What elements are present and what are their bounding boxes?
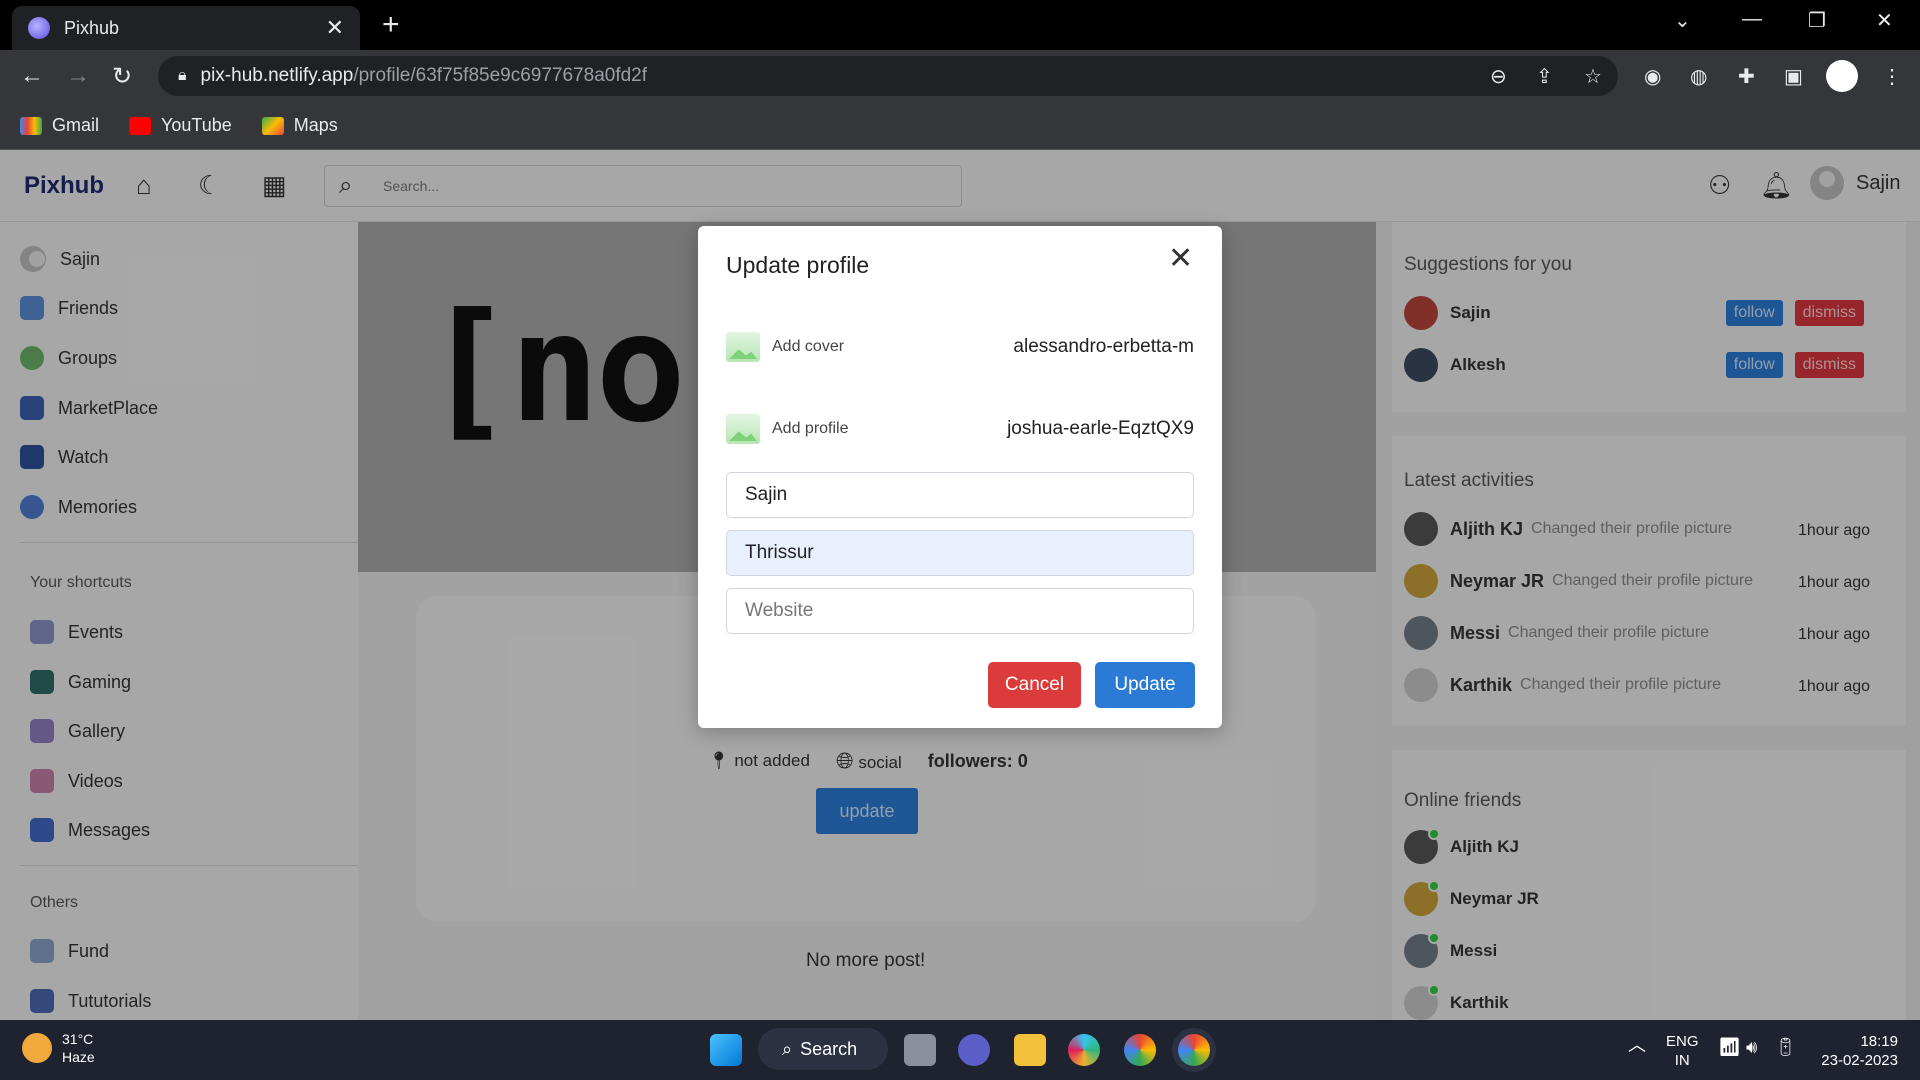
bookmark-gmail[interactable]: Gmail bbox=[20, 115, 99, 136]
zoom-icon[interactable]: ⊖ bbox=[1490, 64, 1507, 89]
tab-search-icon[interactable]: ⌄ bbox=[1674, 8, 1691, 33]
image-icon bbox=[726, 332, 760, 362]
tray-chevron-icon[interactable]: ︿ bbox=[1628, 1036, 1646, 1055]
chrome-icon[interactable] bbox=[1124, 1034, 1156, 1066]
tab-title: Pixhub bbox=[64, 17, 120, 38]
reload-icon[interactable]: ↻ bbox=[112, 62, 132, 91]
sun-haze-icon bbox=[22, 1033, 52, 1063]
volume-icon[interactable]: 🔊︎ bbox=[1746, 1038, 1757, 1057]
add-cover-row[interactable]: Add cover alessandro-erbetta-m bbox=[726, 332, 1194, 362]
name-field[interactable] bbox=[726, 472, 1194, 518]
window-close-icon[interactable]: ✕ bbox=[1876, 8, 1893, 33]
search-icon: ⌕ bbox=[782, 1038, 793, 1059]
new-tab-icon[interactable]: + bbox=[382, 8, 400, 42]
slack-icon[interactable] bbox=[1068, 1034, 1100, 1066]
cancel-button[interactable]: Cancel bbox=[988, 662, 1081, 708]
puzzle-icon[interactable]: ✚ bbox=[1738, 64, 1755, 89]
lang-top: ENG bbox=[1666, 1033, 1699, 1050]
url-host: pix-hub.netlify.app bbox=[200, 65, 354, 86]
language-indicator[interactable]: ENG IN bbox=[1666, 1032, 1699, 1070]
add-profile-row[interactable]: Add profile joshua-earle-EqztQX9 bbox=[726, 414, 1194, 444]
bookmark-maps[interactable]: Maps bbox=[261, 115, 338, 136]
cover-file-name: alessandro-erbetta-m bbox=[1013, 336, 1194, 357]
bookmark-label: Maps bbox=[293, 115, 338, 135]
bookmark-label: Gmail bbox=[52, 115, 100, 135]
minimize-icon[interactable]: — bbox=[1742, 8, 1762, 31]
forward-icon[interactable]: → bbox=[66, 62, 90, 90]
share-icon[interactable]: ⇪ bbox=[1536, 64, 1553, 89]
bookmark-star-icon[interactable]: ☆ bbox=[1584, 64, 1602, 89]
update-button[interactable]: Update bbox=[1095, 662, 1195, 708]
youtube-icon bbox=[129, 116, 152, 135]
pixhub-favicon-icon bbox=[28, 17, 50, 39]
chrome-active-icon[interactable] bbox=[1178, 1034, 1210, 1066]
weather-widget[interactable]: 31°C Haze bbox=[22, 1030, 95, 1066]
battery-icon[interactable]: 🔋︎ bbox=[1774, 1038, 1797, 1057]
bookmark-label: YouTube bbox=[161, 115, 232, 135]
taskbar-search-label: Search bbox=[800, 1038, 858, 1059]
close-icon[interactable]: ✕ bbox=[1168, 244, 1193, 274]
taskbar-search[interactable]: ⌕ Search bbox=[758, 1028, 888, 1070]
temperature: 31°C bbox=[62, 1031, 94, 1047]
image-icon bbox=[726, 414, 760, 444]
maps-icon bbox=[261, 116, 284, 135]
city-field[interactable] bbox=[726, 530, 1194, 576]
gmail-icon bbox=[20, 116, 42, 135]
back-icon[interactable]: ← bbox=[20, 62, 44, 90]
sidepanel-icon[interactable]: ▣ bbox=[1784, 64, 1803, 89]
weather-text: 31°C Haze bbox=[62, 1030, 95, 1066]
profile-file-name: joshua-earle-EqztQX9 bbox=[1007, 418, 1194, 439]
profile-avatar-icon[interactable] bbox=[1826, 60, 1858, 92]
update-profile-modal: Update profile ✕ Add cover alessandro-er… bbox=[698, 226, 1222, 728]
wifi-icon[interactable]: 📶︎ bbox=[1718, 1038, 1741, 1057]
restore-icon[interactable]: ❐ bbox=[1808, 8, 1826, 33]
task-view-icon[interactable] bbox=[904, 1034, 936, 1066]
time: 18:19 bbox=[1860, 1033, 1898, 1050]
add-cover-label: Add cover bbox=[772, 338, 845, 355]
close-tab-icon[interactable]: ✕ bbox=[326, 15, 344, 41]
file-explorer-icon[interactable] bbox=[1014, 1034, 1046, 1066]
clock[interactable]: 18:19 23-02-2023 bbox=[1818, 1032, 1898, 1070]
menu-dots-icon[interactable]: ⋮ bbox=[1882, 64, 1902, 89]
bookmarks-bar: Gmail YouTube Maps bbox=[0, 102, 1920, 150]
date: 23-02-2023 bbox=[1821, 1052, 1898, 1069]
bookmark-youtube[interactable]: YouTube bbox=[129, 115, 232, 136]
windows-start-icon[interactable] bbox=[710, 1034, 742, 1066]
extension-icon-2[interactable]: ◍ bbox=[1690, 64, 1707, 89]
modal-title: Update profile bbox=[726, 252, 870, 278]
url-path: /profile/63f75f85e9c6977678a0fd2f bbox=[353, 65, 648, 86]
website-field[interactable] bbox=[726, 588, 1194, 634]
browser-tab[interactable]: Pixhub ✕ bbox=[12, 6, 360, 50]
lock-icon: 🔒︎ bbox=[178, 67, 187, 84]
teams-chat-icon[interactable] bbox=[958, 1034, 990, 1066]
extension-icon[interactable]: ◉ bbox=[1644, 64, 1661, 89]
lang-bottom: IN bbox=[1674, 1052, 1690, 1069]
add-profile-label: Add profile bbox=[772, 420, 849, 437]
weather-condition: Haze bbox=[62, 1049, 95, 1065]
address-bar[interactable]: 🔒︎ pix-hub.netlify.app/profile/63f75f85e… bbox=[158, 56, 1618, 96]
